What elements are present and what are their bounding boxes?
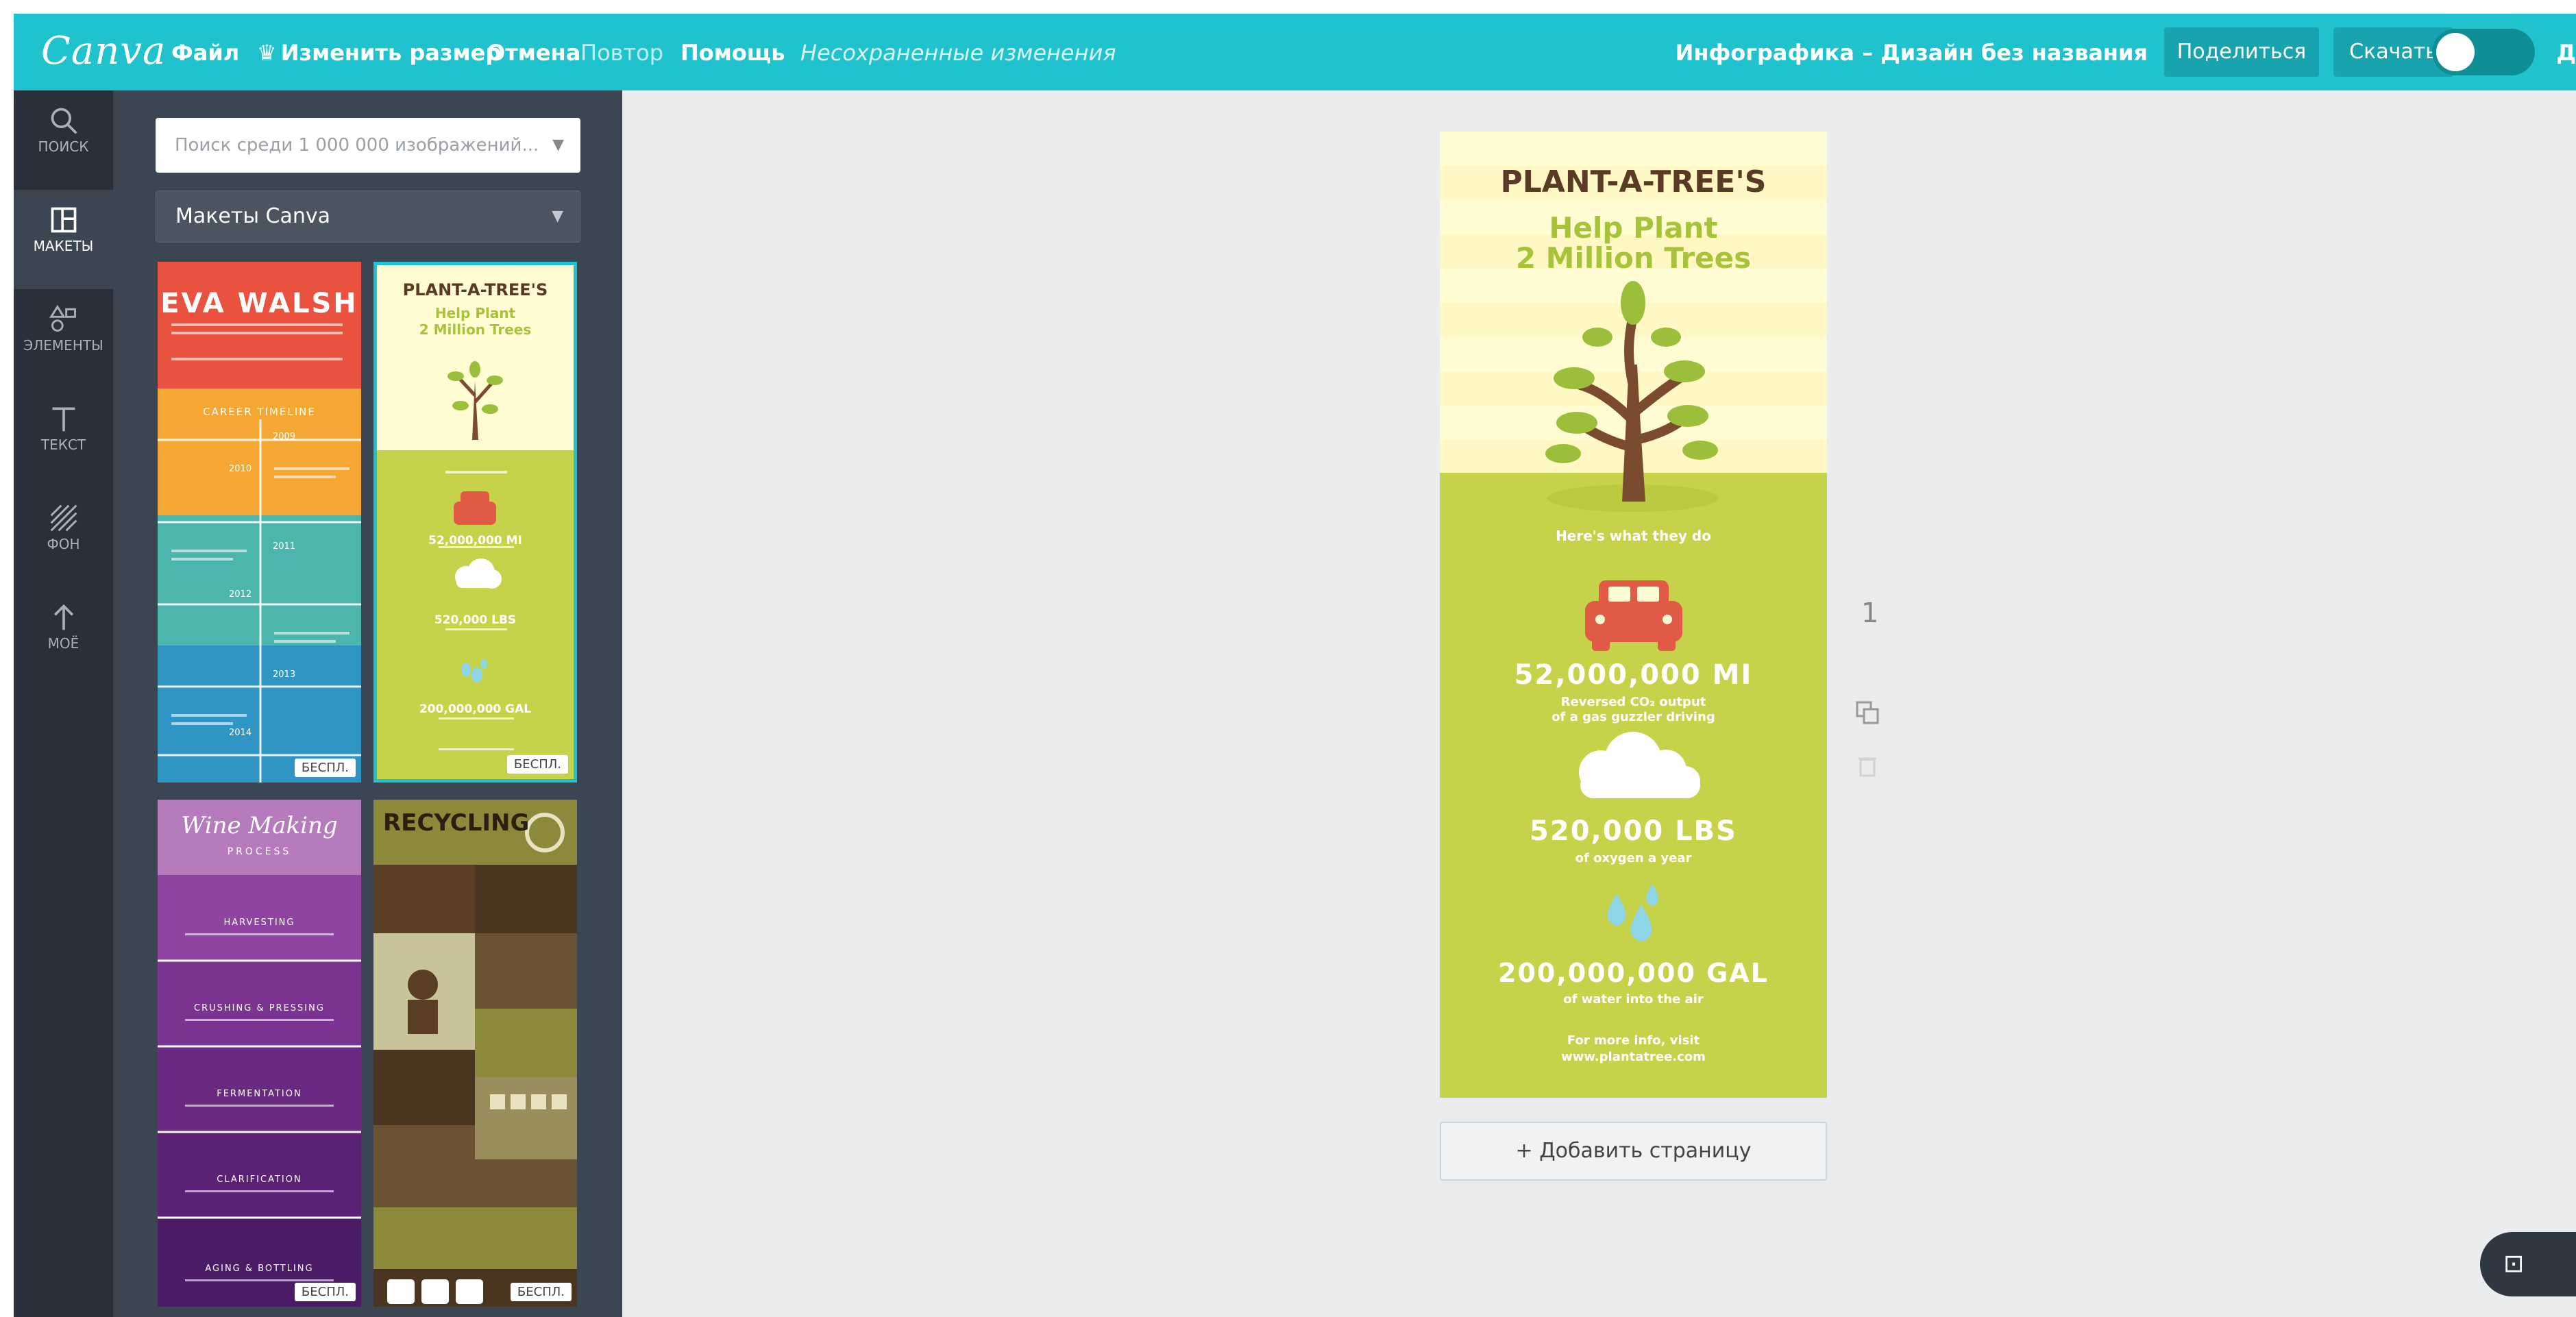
page-footer-1[interactable]: For more info, visit: [1440, 1033, 1827, 1048]
layouts-icon: [14, 190, 113, 233]
free-badge: БЕСПЛ.: [294, 759, 356, 777]
layout-category-select[interactable]: Макеты Canva ▼: [156, 190, 580, 243]
chevron-down-icon: ▼: [552, 136, 564, 153]
layout-thumb-recycling[interactable]: RECYCLING БЕСПЛ.: [373, 800, 577, 1307]
page-stat-1[interactable]: 52,000,000 MI: [1440, 659, 1827, 691]
add-page-button[interactable]: + Добавить страницу: [1440, 1122, 1827, 1181]
layouts-panel: Поиск среди 1 000 000 изображений... ▼ М…: [113, 90, 622, 1317]
page-stat-3-caption[interactable]: of water into the air: [1440, 992, 1827, 1007]
redo-button[interactable]: Повтор: [580, 40, 663, 66]
page-stat-3[interactable]: 200,000,000 GAL: [1440, 958, 1827, 988]
thumb-title: RECYCLING: [383, 809, 530, 837]
present-icon: ⊡: [2503, 1250, 2525, 1278]
thumb-year: 2012: [229, 589, 252, 600]
thumb-step: FERMENTATION: [217, 1089, 302, 1099]
rail-item-search[interactable]: ПОИСК: [14, 90, 113, 190]
share-button[interactable]: Поделиться: [2164, 27, 2319, 77]
page-stat-2-caption[interactable]: of oxygen a year: [1440, 851, 1827, 865]
image-search-input[interactable]: Поиск среди 1 000 000 изображений... ▼: [156, 118, 580, 173]
thumb-year: 2013: [273, 669, 296, 680]
chevron-down-icon: ▼: [552, 208, 563, 225]
file-menu[interactable]: Файл: [171, 40, 239, 66]
search-icon: [14, 90, 113, 134]
rail-item-text[interactable]: ТЕКСТ: [14, 389, 113, 488]
thumb-step: CLARIFICATION: [217, 1174, 302, 1185]
free-badge: БЕСПЛ.: [510, 1283, 572, 1301]
rail-item-elements[interactable]: ЭЛЕМЕНТЫ: [14, 289, 113, 389]
undo-button[interactable]: Отмена: [487, 40, 580, 66]
thumb-title: EVA WALSH: [160, 288, 358, 319]
rail-label: ЭЛЕМЕНТЫ: [23, 337, 103, 354]
search-placeholder: Поиск среди 1 000 000 изображений...: [175, 135, 539, 156]
rail-label: МАКЕТЫ: [33, 238, 94, 254]
thumb-subtitle: PROCESS: [227, 846, 292, 857]
thumb-subtitle: CAREER TIMELINE: [203, 406, 316, 418]
thumb-step: AGING & BOTTLING: [205, 1264, 314, 1274]
toggle-knob: [2436, 33, 2475, 71]
top-toolbar: Canva Файл ♛ Изменить размер Отмена Повто…: [14, 14, 2576, 90]
layout-thumb-wine-making[interactable]: Wine Making PROCESS HARVESTING CRUSHING …: [158, 800, 361, 1307]
rail-item-layouts[interactable]: МАКЕТЫ: [14, 190, 113, 289]
recycling-preview: [373, 800, 577, 1307]
crown-icon: ♛: [257, 40, 277, 66]
thumb-year: 2014: [229, 728, 252, 738]
toggle-switch[interactable]: [2432, 29, 2535, 75]
document-title[interactable]: Инфографика – Дизайн без названия: [1676, 40, 2148, 66]
resize-label: Изменить размер: [280, 40, 502, 66]
thumb-year: 2011: [273, 541, 296, 552]
page-intro[interactable]: Here's what they do: [1440, 528, 1827, 544]
thumb-title: Wine Making: [181, 812, 338, 839]
delete-page-icon[interactable]: [1854, 752, 1881, 779]
free-badge: БЕСПЛ.: [506, 755, 568, 774]
canva-logo[interactable]: Canva: [41, 29, 166, 73]
page-footer-2[interactable]: www.plantatree.com: [1440, 1050, 1827, 1064]
background-icon: [14, 488, 113, 532]
thumb-step: HARVESTING: [223, 918, 295, 928]
wine-making-preview: [158, 800, 361, 1307]
thumb-stat: 520,000 LBS: [434, 613, 517, 627]
thumb-subtitle: Help Plant: [434, 305, 516, 321]
page-number: 1: [1861, 598, 1879, 629]
layout-thumb-eva-walsh[interactable]: EVA WALSH CAREER TIMELINE 2009 2010 2011…: [158, 262, 361, 783]
help-menu[interactable]: Помощь: [680, 40, 785, 66]
layout-select-value: Макеты Canva: [175, 204, 331, 228]
rail-label: ПОИСК: [38, 138, 89, 155]
text-icon: [14, 389, 113, 432]
thumb-stat: 52,000,000 MI: [428, 534, 522, 547]
design-page[interactable]: PLANT-A-TREE'S Help Plant 2 Million Tree…: [1440, 132, 1827, 1098]
thumb-year: 2010: [229, 464, 252, 474]
eva-walsh-preview: [158, 262, 361, 783]
thumb-stat: 200,000,000 GAL: [419, 702, 532, 716]
thumb-step: CRUSHING & PRESSING: [194, 1003, 325, 1013]
page-artwork: [1545, 281, 1719, 941]
thumb-subtitle: 2 Million Trees: [419, 321, 532, 338]
page-stat-2[interactable]: 520,000 LBS: [1440, 815, 1827, 847]
rail-label: ТЕКСТ: [40, 436, 86, 453]
side-rail: ПОИСК МАКЕТЫ ЭЛЕМЕНТЫ ТЕКСТ ФОН МОЁ: [14, 90, 113, 1317]
resize-menu[interactable]: ♛ Изменить размер: [257, 40, 501, 66]
page-stat-1-caption-2[interactable]: of a gas guzzler driving: [1440, 710, 1827, 724]
duplicate-page-icon[interactable]: [1854, 699, 1881, 726]
cloud-icon: [1579, 732, 1700, 798]
topbar-cut-label[interactable]: Д: [2557, 40, 2576, 66]
rail-label: ФОН: [47, 536, 80, 552]
thumb-year: 2009: [273, 432, 296, 442]
layout-thumb-plant-a-tree[interactable]: PLANT-A-TREE'S Help Plant 2 Million Tree…: [373, 262, 577, 783]
water-drops-icon: [1607, 884, 1658, 941]
rail-label: МОЁ: [47, 635, 79, 652]
unsaved-status: Несохраненные изменения: [800, 40, 1116, 66]
free-badge: БЕСПЛ.: [294, 1283, 356, 1301]
design-canvas-area: PLANT-A-TREE'S Help Plant 2 Million Tree…: [622, 90, 2576, 1317]
elements-icon: [14, 289, 113, 332]
upload-icon: [14, 587, 113, 630]
rail-item-uploads[interactable]: МОЁ: [14, 587, 113, 687]
thumb-title: PLANT-A-TREE'S: [402, 280, 548, 299]
rail-item-background[interactable]: ФОН: [14, 488, 113, 587]
present-button[interactable]: ⊡: [2480, 1232, 2576, 1296]
page-stat-1-caption-1[interactable]: Reversed CO₂ output: [1440, 695, 1827, 709]
